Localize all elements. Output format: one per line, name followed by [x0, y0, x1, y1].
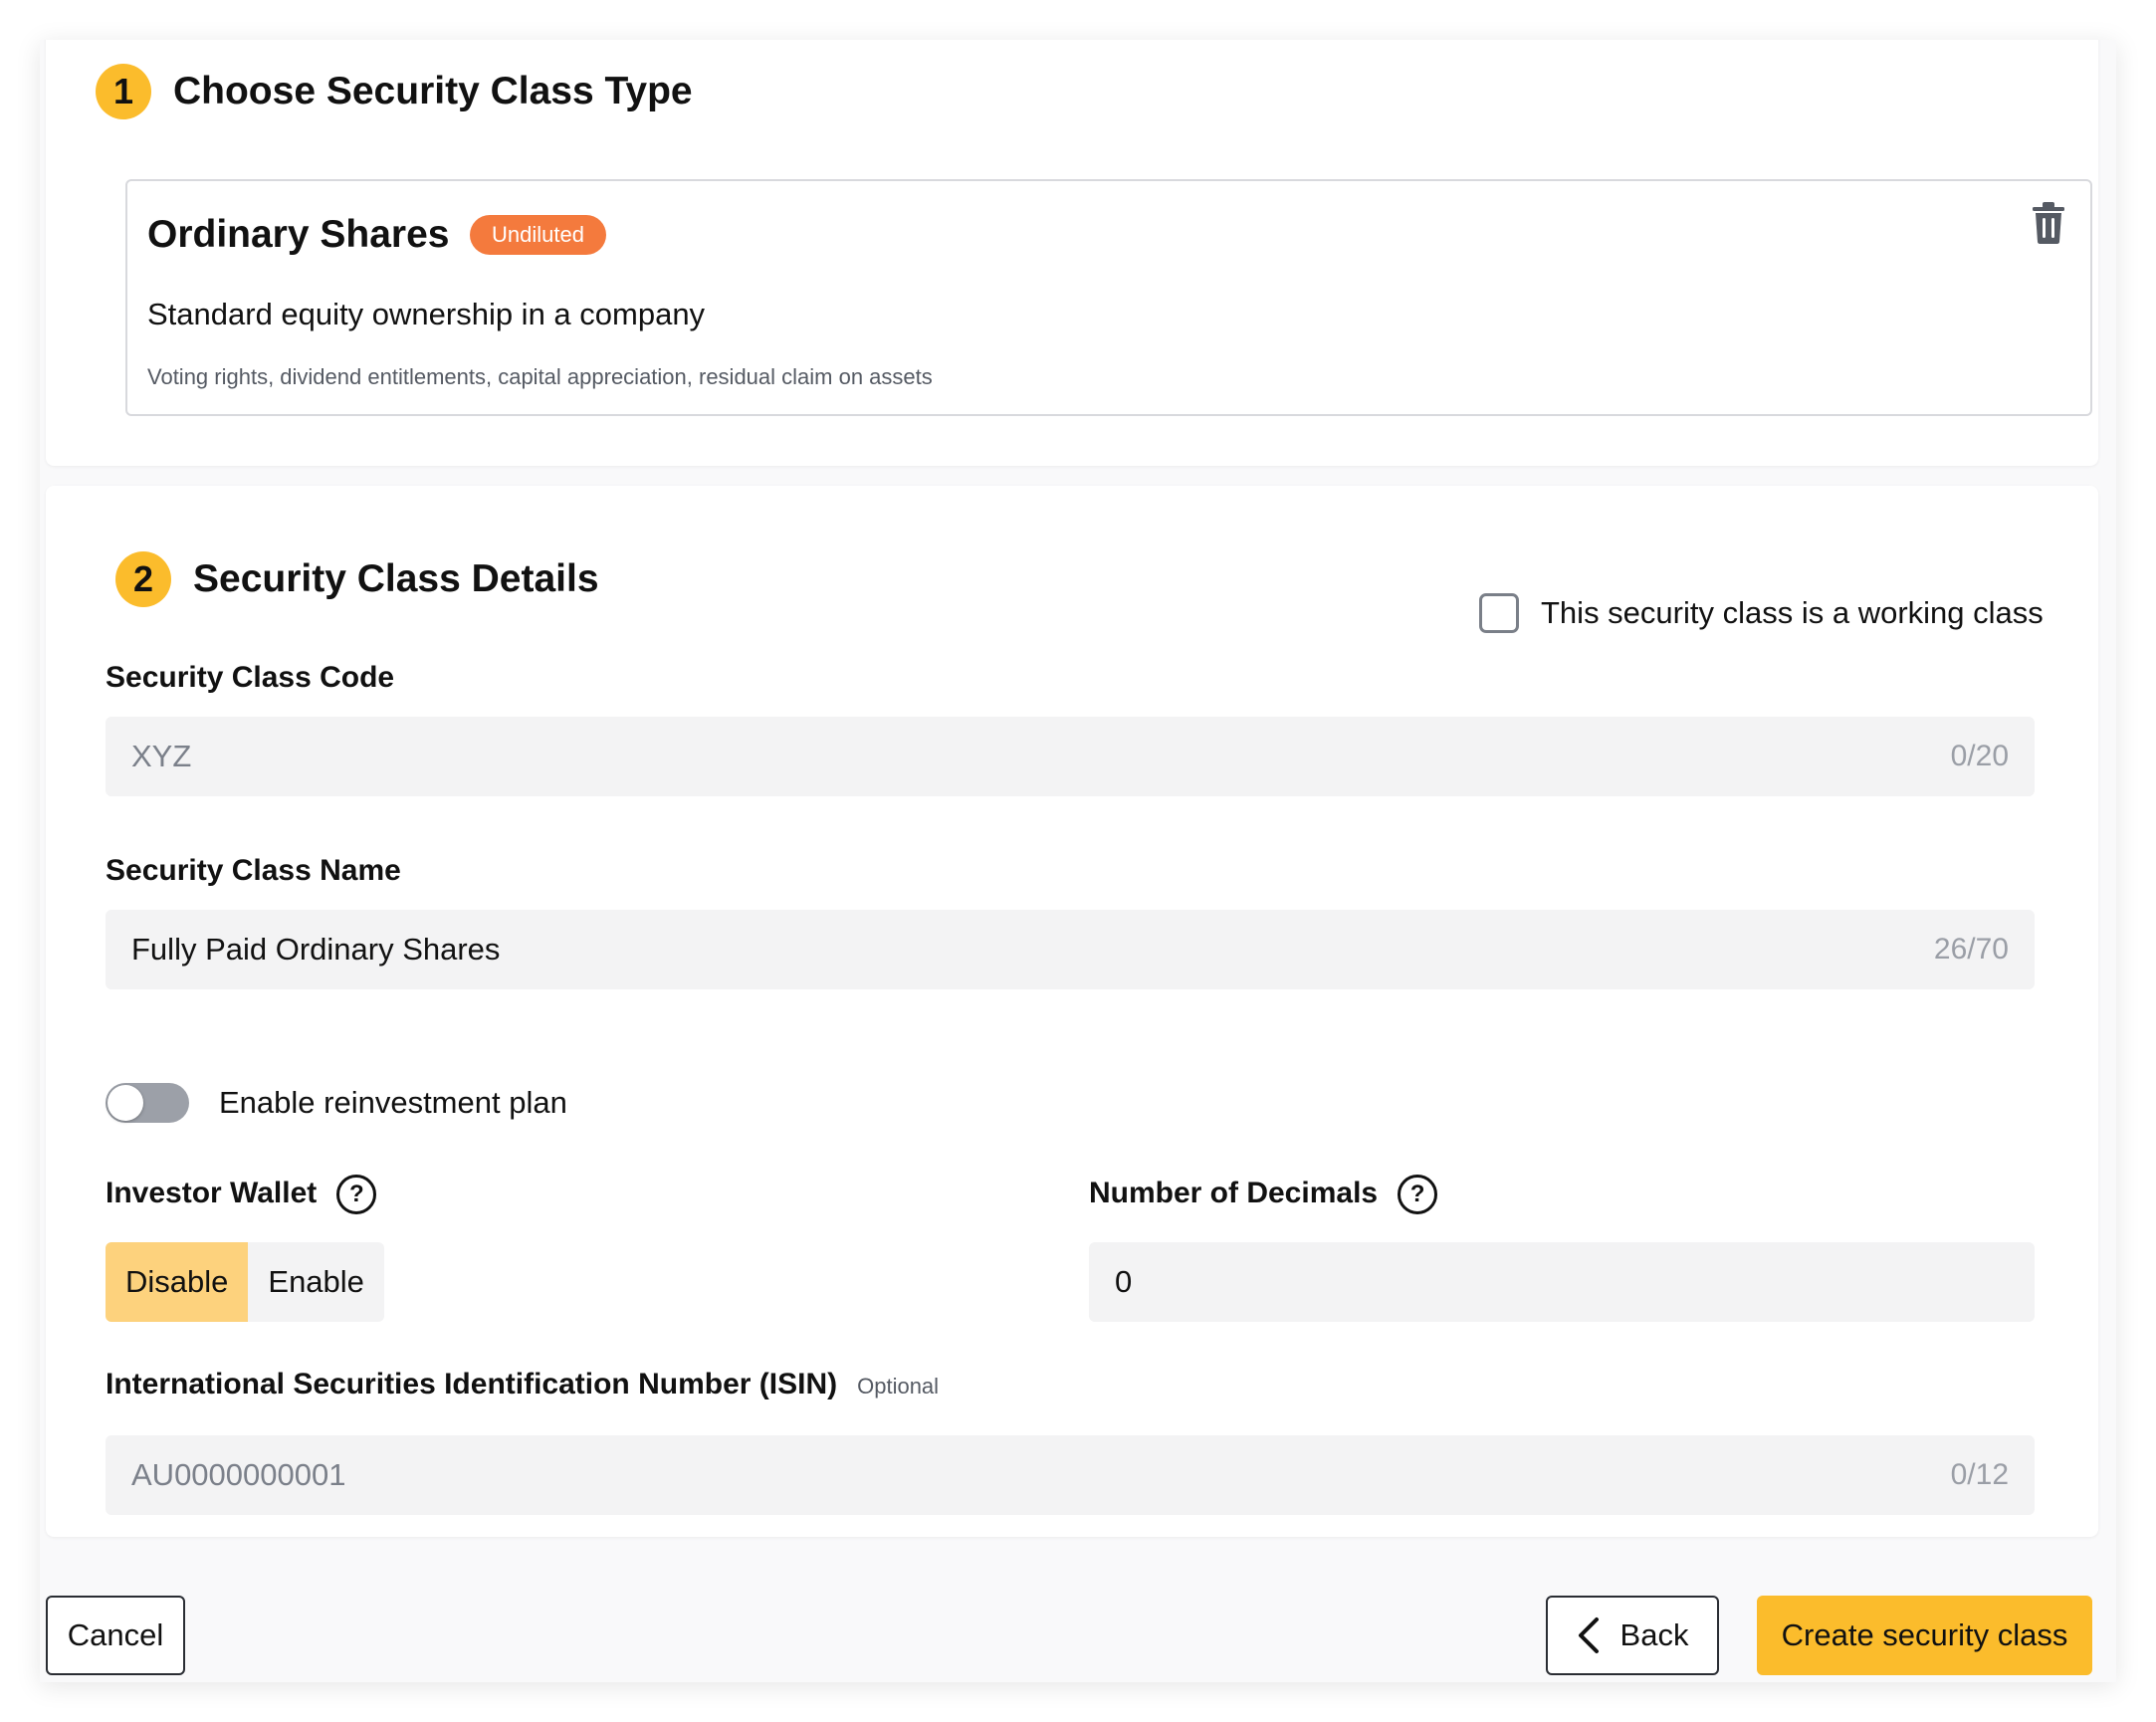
decimals-value: 0 [1115, 1264, 1133, 1299]
isin-label-row: International Securities Identification … [106, 1368, 939, 1401]
question-circle-icon[interactable]: ? [336, 1175, 377, 1214]
isin-label: International Securities Identification … [106, 1368, 838, 1400]
security-class-name-value: Fully Paid Ordinary Shares [131, 932, 501, 967]
security-class-code-counter: 0/20 [1950, 740, 2009, 772]
security-class-name-input[interactable]: Fully Paid Ordinary Shares 26/70 [106, 910, 2035, 989]
step-2-badge: 2 [115, 551, 171, 607]
section-2-title: Security Class Details [193, 557, 599, 600]
isin-optional-tag: Optional [857, 1374, 940, 1399]
investor-wallet-disable-option[interactable]: Disable [106, 1242, 249, 1322]
isin-input[interactable]: AU0000000001 0/12 [106, 1435, 2035, 1515]
isin-placeholder: AU0000000001 [131, 1457, 346, 1492]
selected-share-type-card[interactable]: Ordinary Shares Undiluted Standard equit… [125, 179, 2092, 416]
share-type-features: Voting rights, dividend entitlements, ca… [147, 364, 933, 389]
investor-wallet-label: Investor Wallet [106, 1176, 318, 1209]
back-button-label: Back [1619, 1617, 1689, 1652]
undiluted-badge: Undiluted [470, 215, 606, 255]
reinvestment-toggle-row: Enable reinvestment plan [106, 1083, 567, 1123]
decimals-input[interactable]: 0 [1089, 1242, 2035, 1322]
security-class-details-card: 2 Security Class Details This security c… [46, 486, 2098, 1537]
security-class-code-input[interactable]: XYZ 0/20 [106, 717, 2035, 796]
cancel-button[interactable]: Cancel [46, 1596, 185, 1675]
working-class-checkbox-row[interactable]: This security class is a working class [1479, 593, 2044, 633]
security-class-name-counter: 26/70 [1933, 933, 2009, 966]
app-frame: 1 Choose Security Class Type Ordinary Sh… [40, 40, 2116, 1682]
back-button[interactable]: Back [1546, 1596, 1719, 1675]
security-class-code-label: Security Class Code [106, 661, 395, 694]
chevron-left-icon [1578, 1617, 1599, 1653]
reinvestment-toggle[interactable] [106, 1083, 189, 1123]
working-class-checkbox[interactable] [1479, 593, 1519, 633]
security-class-type-card: 1 Choose Security Class Type Ordinary Sh… [46, 40, 2098, 466]
security-class-code-placeholder: XYZ [131, 739, 192, 773]
security-class-name-label: Security Class Name [106, 854, 401, 887]
decimals-label: Number of Decimals [1089, 1176, 1379, 1209]
create-security-class-button[interactable]: Create security class [1757, 1596, 2092, 1675]
investor-wallet-enable-option[interactable]: Enable [248, 1242, 384, 1322]
trash-icon[interactable] [2031, 201, 2066, 245]
reinvestment-label: Enable reinvestment plan [219, 1085, 567, 1120]
section-1-title: Choose Security Class Type [173, 70, 693, 112]
share-type-description: Standard equity ownership in a company [147, 297, 706, 331]
question-circle-icon[interactable]: ? [1398, 1175, 1438, 1214]
working-class-label: This security class is a working class [1541, 595, 2044, 630]
decimals-label-row: Number of Decimals? [1089, 1175, 1438, 1214]
investor-wallet-segmented-control: Disable Enable [106, 1242, 384, 1322]
investor-wallet-label-row: Investor Wallet? [106, 1175, 377, 1214]
toggle-knob [108, 1085, 143, 1121]
isin-counter: 0/12 [1950, 1458, 2009, 1491]
share-type-name: Ordinary Shares [147, 213, 450, 256]
step-1-badge: 1 [96, 64, 151, 119]
